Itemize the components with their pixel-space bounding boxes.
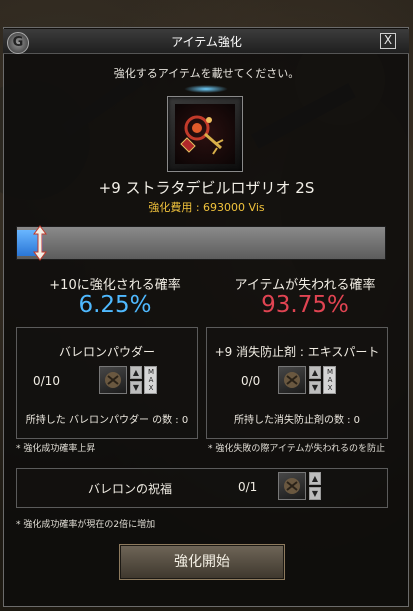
instruction-text: 強化するアイテムを載せてください。 bbox=[113, 67, 300, 80]
window-title: アイテム強化 bbox=[171, 35, 242, 49]
powder-max-button[interactable]: MAX bbox=[144, 366, 157, 394]
protect-increase-button[interactable]: ▲ bbox=[309, 366, 321, 379]
protect-max-button[interactable]: MAX bbox=[323, 366, 336, 394]
powder-note: * 強化成功確率上昇 bbox=[16, 444, 96, 454]
close-button[interactable]: X bbox=[380, 33, 396, 49]
powder-count: 0/10 bbox=[33, 374, 60, 388]
blessing-decrease-button[interactable]: ▼ bbox=[309, 487, 321, 500]
powder-max-label: MAX bbox=[147, 368, 155, 392]
blessing-title: バレロンの祝福 bbox=[87, 482, 172, 496]
powder-increase-button[interactable]: ▲ bbox=[130, 366, 142, 379]
protect-title: +9 消失防止剤 : エキスパート bbox=[214, 345, 380, 359]
protect-slot[interactable] bbox=[278, 366, 306, 394]
powder-owned-count: 所持した バレロンパウダー の数 : 0 bbox=[25, 415, 189, 426]
powder-title: バレロンパウダー bbox=[58, 345, 155, 359]
start-enhance-button[interactable]: 強化開始 bbox=[119, 544, 285, 580]
loss-rate-value: 93.75% bbox=[261, 292, 349, 318]
powder-slot[interactable] bbox=[99, 366, 127, 394]
rosary-item-icon bbox=[175, 104, 235, 164]
blessing-slot[interactable] bbox=[278, 472, 306, 500]
protect-count: 0/0 bbox=[241, 374, 261, 388]
success-rate-label: +10に強化される確率 bbox=[49, 278, 181, 293]
protect-note: * 強化失敗の際アイテムが失われるのを防止 bbox=[208, 444, 386, 454]
enhance-progress-bar bbox=[16, 226, 386, 260]
blessing-note: * 強化成功確率が現在の2倍に増加 bbox=[16, 520, 156, 530]
protect-max-label: MAX bbox=[326, 368, 334, 392]
powder-decrease-button[interactable]: ▼ bbox=[130, 381, 142, 394]
protect-decrease-button[interactable]: ▼ bbox=[309, 381, 321, 394]
blessing-item-icon bbox=[284, 478, 300, 494]
success-rate-value: 6.25% bbox=[78, 292, 152, 318]
item-name: +9 ストラタデビルロザリオ 2S bbox=[98, 179, 315, 197]
slot-glow bbox=[184, 85, 228, 93]
blessing-count: 0/1 bbox=[238, 480, 258, 494]
protect-item-icon bbox=[284, 372, 300, 388]
blessing-increase-button[interactable]: ▲ bbox=[309, 472, 321, 485]
progress-handle-icon bbox=[31, 224, 49, 262]
powder-item-icon bbox=[105, 372, 121, 388]
loss-rate-label: アイテムが失われる確率 bbox=[234, 278, 376, 293]
enhance-cost: 強化費用 : 693000 Vis bbox=[148, 201, 265, 214]
protect-owned-count: 所持した消失防止剤の数 : 0 bbox=[233, 415, 361, 426]
